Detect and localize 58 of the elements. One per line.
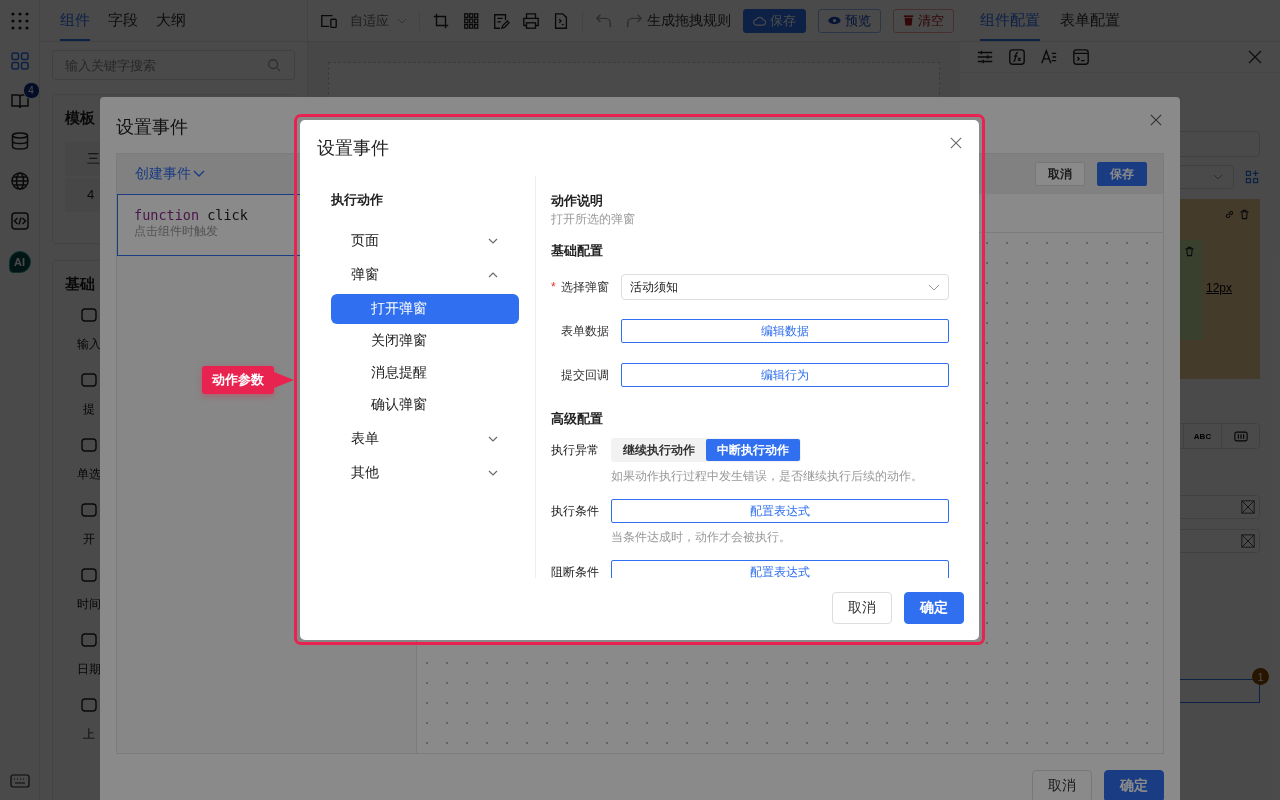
create-event-dropdown[interactable]: 创建事件 — [135, 165, 205, 183]
config-button[interactable]: 配置表达式 — [611, 560, 949, 578]
panel-tab[interactable]: 大纲 — [156, 0, 186, 41]
component-label[interactable]: 开 — [83, 531, 95, 548]
generate-rules-link[interactable]: 生成拖拽规则 — [647, 11, 731, 30]
field-label: 选择弹窗 — [561, 279, 609, 294]
dialog-button[interactable]: 取消 — [832, 592, 892, 624]
config-button[interactable]: 配置表达式 — [611, 499, 949, 523]
component-label[interactable]: 日期 — [77, 661, 101, 678]
card-title: 基础 — [65, 275, 95, 294]
config-button[interactable]: 编辑数据 — [621, 319, 949, 343]
component-label[interactable]: 提 — [83, 401, 95, 418]
help-text: 如果动作执行过程中发生错误，是否继续执行后续的动作。 — [611, 468, 924, 485]
action-item[interactable]: 打开弹窗 — [331, 294, 519, 324]
action-group[interactable]: 表单 — [331, 422, 519, 456]
action-group[interactable]: 其他 — [331, 456, 519, 490]
menu-title: 执行动作 — [331, 191, 384, 209]
dialog-button[interactable]: 取消 — [1032, 770, 1092, 800]
event-signature: function click — [134, 207, 248, 223]
help-text: 当条件达成时，动作才会被执行。 — [611, 529, 792, 546]
required-mark: * — [551, 279, 556, 294]
field-label: 表单数据 — [561, 323, 609, 338]
field-label: 执行条件 — [551, 502, 600, 520]
segment-option[interactable]: 中断执行动作 — [706, 439, 800, 461]
style-option[interactable]: ABC — [1183, 424, 1221, 448]
template-item[interactable]: 4 — [87, 187, 95, 202]
card-title: 模板 — [65, 109, 95, 128]
dialog-button[interactable]: 确定 — [1104, 770, 1164, 800]
editor-button[interactable]: 取消 — [1035, 162, 1085, 186]
action-group[interactable]: 弹窗 — [331, 258, 519, 292]
ai-assistant-button[interactable]: AI — [8, 251, 31, 273]
size-value[interactable]: 12px — [1205, 281, 1232, 295]
count-badge: 4 — [22, 82, 40, 99]
toolbar-button[interactable]: 预览 — [818, 8, 881, 33]
segment-option[interactable]: 继续执行动作 — [612, 439, 706, 461]
component-label[interactable]: 单选 — [77, 466, 101, 483]
action-item[interactable]: 确认弹窗 — [331, 390, 519, 420]
config-button[interactable]: 编辑行为 — [621, 363, 949, 387]
action-item[interactable]: 关闭弹窗 — [331, 326, 519, 356]
dialog-button[interactable]: 确定 — [904, 592, 964, 624]
dialog-select[interactable]: 活动须知 — [621, 274, 949, 300]
dialog-title: 设置事件 — [116, 116, 188, 139]
action-item[interactable]: 消息提醒 — [331, 358, 519, 388]
section-title: 高级配置 — [551, 410, 604, 428]
action-description: 打开所选的弹窗 — [551, 211, 636, 228]
field-label: 提交回调 — [561, 367, 609, 382]
dialog-title: 设置事件 — [317, 137, 389, 160]
count-badge: 1 — [1252, 668, 1269, 685]
field-label: 执行异常 — [551, 441, 600, 459]
section-title: 动作说明 — [551, 192, 604, 210]
panel-tab[interactable]: 字段 — [108, 0, 138, 41]
field-label: 阻断条件 — [551, 563, 600, 578]
component-label[interactable]: 输入 — [77, 336, 101, 353]
section-title: 基础配置 — [551, 242, 604, 260]
toolbar-button[interactable]: 清空 — [893, 8, 954, 33]
panel-tab[interactable]: 组件 — [60, 0, 90, 41]
editor-button[interactable]: 保存 — [1097, 162, 1147, 186]
component-label[interactable]: 时间 — [77, 596, 101, 613]
